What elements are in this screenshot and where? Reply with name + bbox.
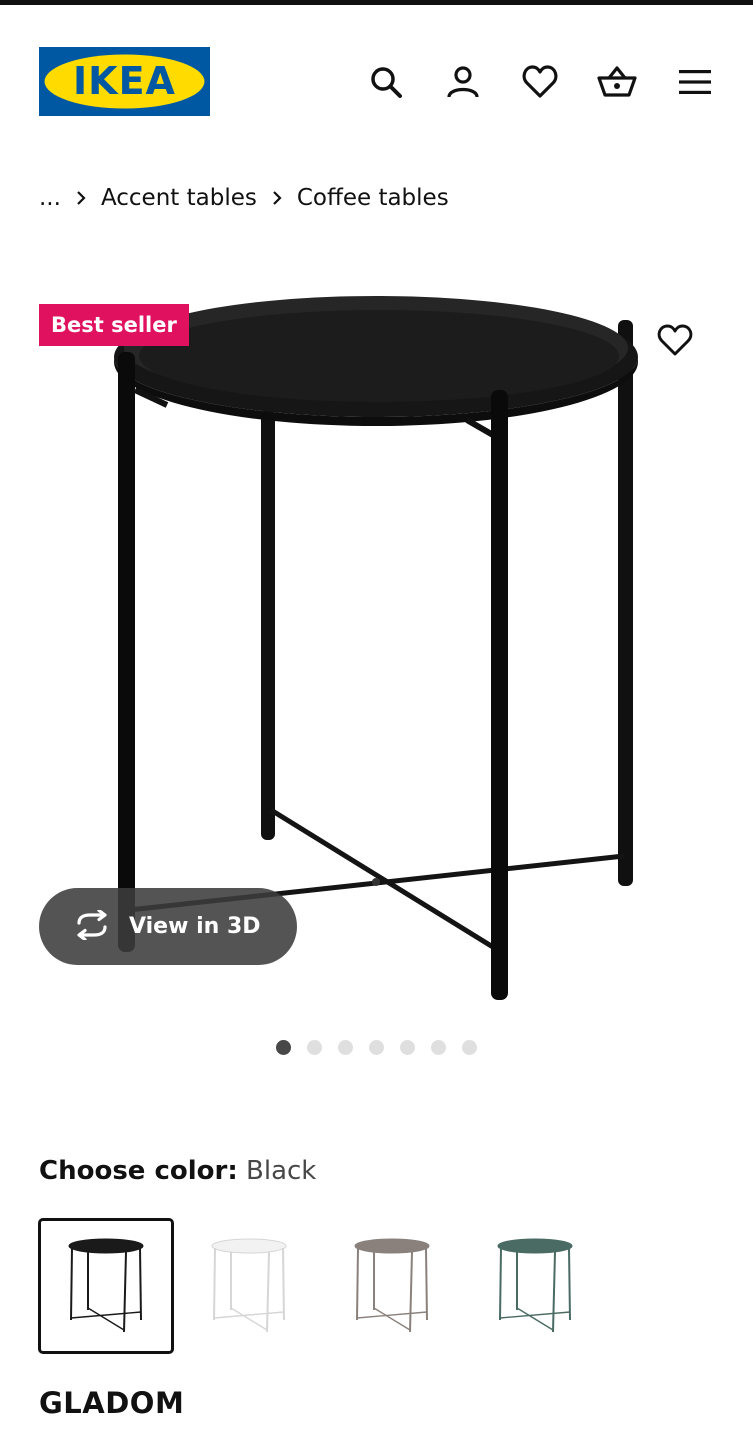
breadcrumb: ... Accent tables Coffee tables — [39, 180, 449, 216]
chevron-right-icon — [61, 180, 101, 216]
breadcrumb-ellipsis[interactable]: ... — [39, 185, 61, 211]
carousel-dot[interactable] — [369, 1039, 384, 1055]
carousel-dot[interactable] — [400, 1039, 415, 1055]
color-swatch-grey-beige[interactable] — [324, 1218, 460, 1354]
color-swatch-white[interactable] — [181, 1218, 317, 1354]
color-swatch-green[interactable] — [467, 1218, 603, 1354]
ikea-logo[interactable]: IKEA — [39, 47, 210, 116]
carousel-dot[interactable] — [307, 1039, 322, 1055]
view-in-3d-label: View in 3D — [129, 914, 261, 939]
choose-color-label: Choose color: — [39, 1156, 238, 1186]
logo-text: IKEA — [73, 59, 176, 103]
carousel-dot[interactable] — [431, 1039, 446, 1055]
carousel-dots — [276, 1039, 493, 1055]
save-to-list-heart-icon[interactable] — [653, 318, 697, 362]
user-icon[interactable] — [441, 60, 485, 104]
top-border — [0, 0, 753, 5]
carousel-dot[interactable] — [338, 1039, 353, 1055]
basket-icon[interactable] — [595, 60, 639, 104]
choose-color: Choose color: Black — [39, 1156, 316, 1192]
rotate-3d-icon — [71, 908, 113, 944]
best-seller-badge: Best seller — [39, 304, 189, 346]
menu-icon[interactable] — [673, 60, 717, 104]
chevron-right-icon — [257, 180, 297, 216]
color-swatch-black[interactable] — [38, 1218, 174, 1354]
search-icon[interactable] — [364, 60, 408, 104]
carousel-dot[interactable] — [276, 1039, 291, 1055]
product-name: GLADOM — [39, 1386, 185, 1420]
heart-icon[interactable] — [518, 60, 562, 104]
view-in-3d-button[interactable]: View in 3D — [39, 888, 297, 965]
breadcrumb-coffee-tables[interactable]: Coffee tables — [297, 185, 449, 211]
carousel-dot[interactable] — [462, 1039, 477, 1055]
selected-color-value: Black — [246, 1156, 317, 1186]
breadcrumb-accent-tables[interactable]: Accent tables — [101, 185, 257, 211]
